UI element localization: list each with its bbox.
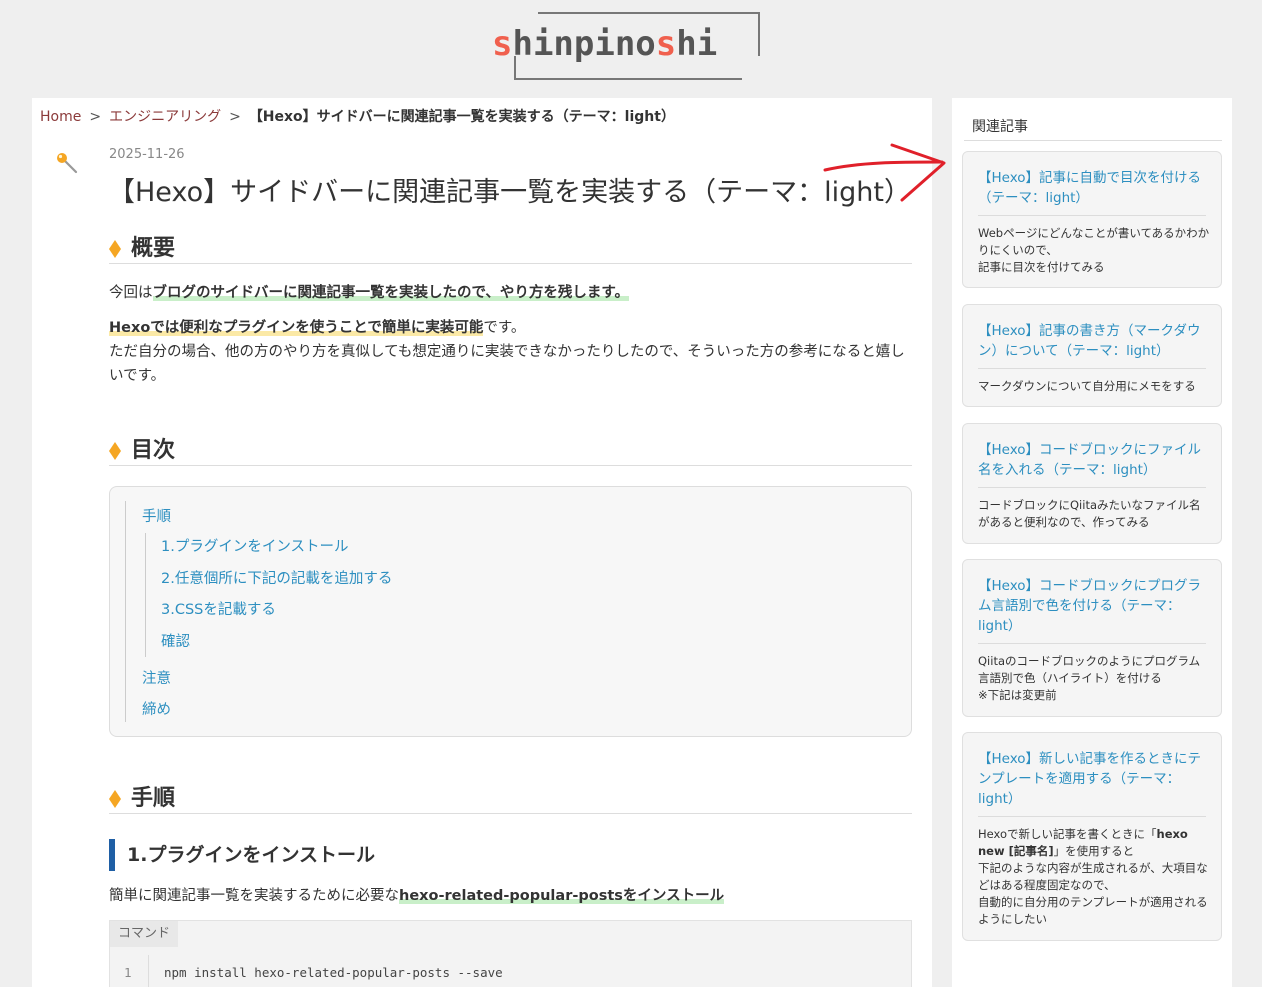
divider: [978, 215, 1206, 216]
code-block[interactable]: コマンド 1 npm install hexo-related-popular-…: [109, 920, 912, 987]
annotation-arrow-icon: [820, 140, 950, 205]
related-post-link[interactable]: 【Hexo】コードブロックにプログラム言語別で色を付ける（テーマ：light）: [978, 576, 1210, 636]
code-line-number: 1: [124, 965, 132, 980]
toc-link[interactable]: 1.プラグインをインストール: [161, 535, 349, 556]
code-gutter: [148, 955, 149, 987]
related-post-excerpt: Webページにどんなことが書いてあるかわかりにくいので、 記事に目次を付けてみる: [978, 226, 1210, 274]
site-logo[interactable]: shinpinoshi: [490, 12, 762, 82]
code-line[interactable]: npm install hexo-related-popular-posts -…: [164, 965, 503, 980]
related-post-excerpt: Hexoで新しい記事を書くときに「hexo new [記事名]」を使用すると 下記…: [978, 827, 1208, 926]
related-post-link[interactable]: 【Hexo】新しい記事を作るときにテンプレートを適用する（テーマ：light）: [978, 749, 1210, 809]
overview-paragraph-2: Hexoでは便利なプラグインを使うことで簡単に実装可能です。 ただ自分の場合、他の…: [109, 320, 905, 384]
related-post-excerpt: コードブロックにQiitaみたいなファイル名があると便利なので、作ってみる: [978, 498, 1201, 529]
toc-link[interactable]: 注意: [142, 667, 171, 688]
logo-frame: [758, 12, 760, 56]
toc-link[interactable]: 手順: [142, 505, 171, 526]
sidebar: 関連記事 【Hexo】記事に自動で目次を付ける（テーマ：light） Webペー…: [952, 98, 1232, 987]
related-post-card[interactable]: 【Hexo】記事に自動で目次を付ける（テーマ：light） Webページにどんな…: [962, 151, 1222, 288]
related-post-excerpt: マークダウンについて自分用にメモをする: [978, 379, 1196, 393]
divider: [978, 643, 1206, 644]
toc-link[interactable]: 確認: [161, 630, 190, 651]
toc-link[interactable]: 締め: [142, 698, 171, 719]
subsection-heading-install: 1.プラグインをインストール: [109, 839, 375, 871]
diamond-icon: [109, 442, 121, 460]
toc-guide-line: [125, 501, 126, 722]
related-post-link[interactable]: 【Hexo】記事の書き方（マークダウン）について（テーマ：light）: [978, 321, 1210, 361]
logo-frame: [514, 78, 742, 80]
section-heading-overview: 概要: [109, 230, 912, 264]
related-post-card[interactable]: 【Hexo】新しい記事を作るときにテンプレートを適用する（テーマ：light） …: [962, 732, 1222, 941]
breadcrumb: Home > エンジニアリング > 【Hexo】サイドバーに関連記事一覧を実装する（テー…: [40, 106, 675, 126]
logo-frame: [538, 12, 760, 14]
related-post-card[interactable]: 【Hexo】コードブロックにプログラム言語別で色を付ける（テーマ：light） …: [962, 559, 1222, 717]
related-post-link[interactable]: 【Hexo】コードブロックにファイル名を入れる（テーマ：light）: [978, 440, 1210, 480]
section-heading-steps: 手順: [109, 780, 912, 814]
page-title: 【Hexo】サイドバーに関連記事一覧を実装する（テーマ：light）: [108, 177, 911, 208]
breadcrumb-current: 【Hexo】サイドバーに関連記事一覧を実装する（テーマ：light）: [248, 109, 675, 125]
related-post-link[interactable]: 【Hexo】記事に自動で目次を付ける（テーマ：light）: [978, 168, 1210, 208]
breadcrumb-category-link[interactable]: エンジニアリング: [109, 109, 221, 125]
divider: [964, 140, 1222, 141]
divider: [978, 487, 1206, 488]
logo-text: shinpinoshi: [492, 24, 718, 64]
sidebar-title: 関連記事: [972, 119, 1028, 135]
breadcrumb-separator: >: [89, 109, 102, 125]
divider: [978, 368, 1206, 369]
breadcrumb-separator: >: [229, 109, 241, 125]
pin-icon: [54, 150, 80, 176]
toc-guide-line: [145, 533, 146, 657]
toc-link[interactable]: 2.任意個所に下記の記載を追加する: [161, 567, 392, 588]
related-post-card[interactable]: 【Hexo】記事の書き方（マークダウン）について（テーマ：light） マークダ…: [962, 304, 1222, 407]
related-post-card[interactable]: 【Hexo】コードブロックにファイル名を入れる（テーマ：light） コードブロ…: [962, 423, 1222, 544]
table-of-contents: 手順 1.プラグインをインストール 2.任意個所に下記の記載を追加する 3.CS…: [109, 486, 912, 737]
toc-link[interactable]: 3.CSSを記載する: [161, 598, 276, 619]
diamond-icon: [109, 240, 121, 258]
overview-paragraph-1: 今回はブログのサイドバーに関連記事一覧を実装したので、やり方を残します。: [109, 285, 629, 301]
related-post-excerpt: Qiitaのコードブロックのようにプログラム言語別で色（ハイライト）を付ける ※下…: [978, 654, 1201, 702]
breadcrumb-home-link[interactable]: Home: [40, 109, 81, 125]
section-heading-toc: 目次: [109, 432, 912, 466]
diamond-icon: [109, 790, 121, 808]
install-paragraph: 簡単に関連記事一覧を実装するために必要なhexo-related-popular…: [109, 888, 725, 904]
divider: [978, 816, 1206, 817]
article-card: Home > エンジニアリング > 【Hexo】サイドバーに関連記事一覧を実装する（テー…: [32, 98, 932, 987]
code-filename-label: コマンド: [110, 921, 179, 947]
post-date: 2025-11-26: [109, 147, 185, 162]
